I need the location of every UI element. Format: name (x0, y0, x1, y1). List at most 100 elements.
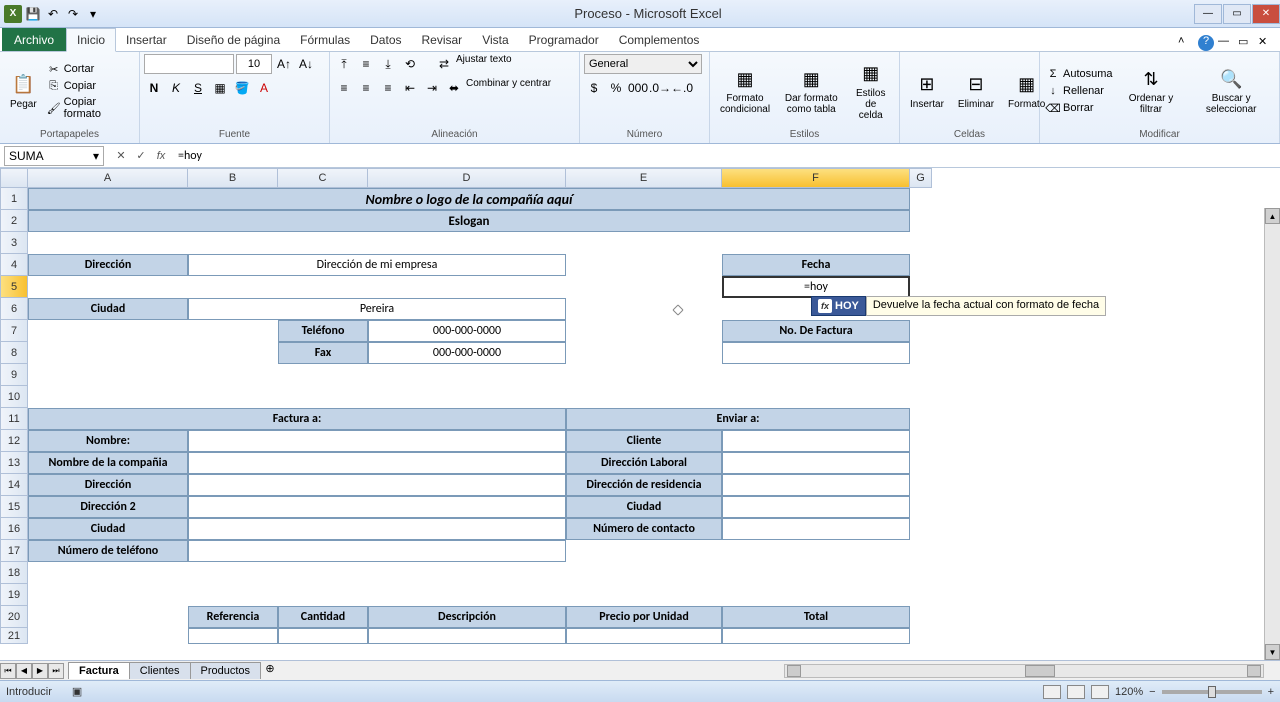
cell-cantidad-header[interactable]: Cantidad (278, 606, 368, 628)
tab-datos[interactable]: Datos (360, 29, 411, 51)
row-header-8[interactable]: 8 (0, 342, 28, 364)
cut-button[interactable]: ✂Cortar (45, 61, 135, 77)
cell-cliente-label[interactable]: Cliente (566, 430, 722, 452)
col-header-e[interactable]: E (566, 168, 722, 188)
zoom-out-button[interactable]: − (1149, 686, 1155, 698)
sort-filter-button[interactable]: ⇅Ordenar y filtrar (1117, 65, 1186, 117)
horizontal-scrollbar[interactable] (784, 664, 1264, 678)
cell-total-1[interactable] (722, 628, 910, 644)
cell-fax-value[interactable]: 000-000-0000 (368, 342, 566, 364)
name-box-dropdown-icon[interactable]: ▾ (93, 149, 99, 163)
row-header-16[interactable]: 16 (0, 518, 28, 540)
orientation-icon[interactable]: ⟲ (400, 54, 420, 74)
row-header-15[interactable]: 15 (0, 496, 28, 518)
row-header-6[interactable]: 6 (0, 298, 28, 320)
qat-dropdown-icon[interactable]: ▾ (84, 5, 102, 23)
fx-button[interactable]: fx (152, 147, 170, 165)
row-header-2[interactable]: 2 (0, 210, 28, 232)
underline-button[interactable]: S (188, 78, 208, 98)
bold-button[interactable]: N (144, 78, 164, 98)
vertical-scrollbar[interactable]: ▲ ▼ (1264, 208, 1280, 660)
number-format-select[interactable]: General (584, 54, 702, 74)
tab-programador[interactable]: Programador (519, 29, 609, 51)
cell-ciudad-label[interactable]: Ciudad (28, 298, 188, 320)
cell-ciudad3-label[interactable]: Ciudad (28, 518, 188, 540)
row-header-12[interactable]: 12 (0, 430, 28, 452)
row-header-5[interactable]: 5 (0, 276, 28, 298)
find-select-button[interactable]: 🔍Buscar y seleccionar (1187, 65, 1275, 117)
cell-fecha-value[interactable]: =hoy (722, 276, 910, 298)
doc-restore-icon[interactable]: ▭ (1238, 35, 1254, 51)
tab-insertar[interactable]: Insertar (116, 29, 177, 51)
cell-fecha-label[interactable]: Fecha (722, 254, 910, 276)
hscroll-right-button[interactable] (1247, 665, 1261, 677)
name-box[interactable]: SUMA▾ (4, 146, 104, 166)
cell-nombre-label[interactable]: Nombre: (28, 430, 188, 452)
cell-fax-label[interactable]: Fax (278, 342, 368, 364)
cell-direccion2-value[interactable] (188, 474, 566, 496)
hscroll-thumb[interactable] (1025, 665, 1055, 677)
select-all-corner[interactable] (0, 168, 28, 188)
cell-numtel-label[interactable]: Número de teléfono (28, 540, 188, 562)
minimize-button[interactable]: — (1194, 4, 1222, 24)
sheet-next-button[interactable]: ▶ (32, 663, 48, 679)
cell-direccion-value[interactable]: Dirección de mi empresa (188, 254, 566, 276)
font-size-select[interactable] (236, 54, 272, 74)
new-sheet-button[interactable]: ⊕ (260, 662, 280, 679)
fill-color-button[interactable]: 🪣 (232, 78, 252, 98)
cell-numcontacto-label[interactable]: Número de contacto (566, 518, 722, 540)
tab-formulas[interactable]: Fórmulas (290, 29, 360, 51)
cell-direccion-label[interactable]: Dirección (28, 254, 188, 276)
delete-cell-button[interactable]: ⊟Eliminar (952, 71, 1000, 112)
fill-button[interactable]: ↓Rellenar (1044, 83, 1115, 99)
cell-dirlaboral-value[interactable] (722, 452, 910, 474)
enter-formula-button[interactable]: ✓ (132, 147, 150, 165)
cell-no-factura-value[interactable] (722, 342, 910, 364)
font-color-button[interactable]: A (254, 78, 274, 98)
cell-direccion2b-value[interactable] (188, 496, 566, 518)
expand-icon[interactable] (672, 304, 684, 316)
comma-icon[interactable]: 000 (628, 78, 648, 98)
col-header-c[interactable]: C (278, 168, 368, 188)
normal-view-button[interactable] (1043, 685, 1061, 699)
row-header-4[interactable]: 4 (0, 254, 28, 276)
row-header-17[interactable]: 17 (0, 540, 28, 562)
tab-inicio[interactable]: Inicio (66, 28, 116, 52)
row-header-13[interactable]: 13 (0, 452, 28, 474)
cell-direccion2b-label[interactable]: Dirección 2 (28, 496, 188, 518)
cell-cliente-value[interactable] (722, 430, 910, 452)
cell-ciudad2-value[interactable] (722, 496, 910, 518)
cell-numtel-value[interactable] (188, 540, 566, 562)
sheet-prev-button[interactable]: ◀ (16, 663, 32, 679)
hscroll-left-button[interactable] (787, 665, 801, 677)
page-break-view-button[interactable] (1091, 685, 1109, 699)
dec-decimal-icon[interactable]: ←.0 (672, 78, 692, 98)
cell-nombre-value[interactable] (188, 430, 566, 452)
cell-dirres-label[interactable]: Dirección de residencia (566, 474, 722, 496)
cell-ciudad-value[interactable]: Pereira (188, 298, 566, 320)
cell-company-header[interactable]: Nombre o logo de la compañía aquí (28, 188, 910, 210)
row-header-9[interactable]: 9 (0, 364, 28, 386)
row-header-18[interactable]: 18 (0, 562, 28, 584)
cell-ciudad2-label[interactable]: Ciudad (566, 496, 722, 518)
doc-min-icon[interactable]: — (1218, 35, 1234, 51)
percent-icon[interactable]: % (606, 78, 626, 98)
col-header-b[interactable]: B (188, 168, 278, 188)
sheet-tab-clientes[interactable]: Clientes (129, 662, 191, 679)
scroll-down-button[interactable]: ▼ (1265, 644, 1280, 660)
wrap-text-button[interactable]: ⇄ (434, 54, 454, 74)
cell-cant-1[interactable] (278, 628, 368, 644)
font-family-select[interactable] (144, 54, 234, 74)
cell-compania-value[interactable] (188, 452, 566, 474)
cell-styles-button[interactable]: ▦Estilos de celda (847, 60, 896, 123)
cell-compania-label[interactable]: Nombre de la compañia (28, 452, 188, 474)
copy-button[interactable]: ⎘Copiar (45, 78, 135, 94)
cell-referencia-header[interactable]: Referencia (188, 606, 278, 628)
cell-dirres-value[interactable] (722, 474, 910, 496)
increase-font-icon[interactable]: A↑ (274, 54, 294, 74)
align-left-icon[interactable]: ≡ (334, 78, 354, 98)
col-header-f[interactable]: F (722, 168, 910, 188)
page-layout-view-button[interactable] (1067, 685, 1085, 699)
macro-record-icon[interactable]: ▣ (72, 685, 82, 698)
cell-enviar-a[interactable]: Enviar a: (566, 408, 910, 430)
